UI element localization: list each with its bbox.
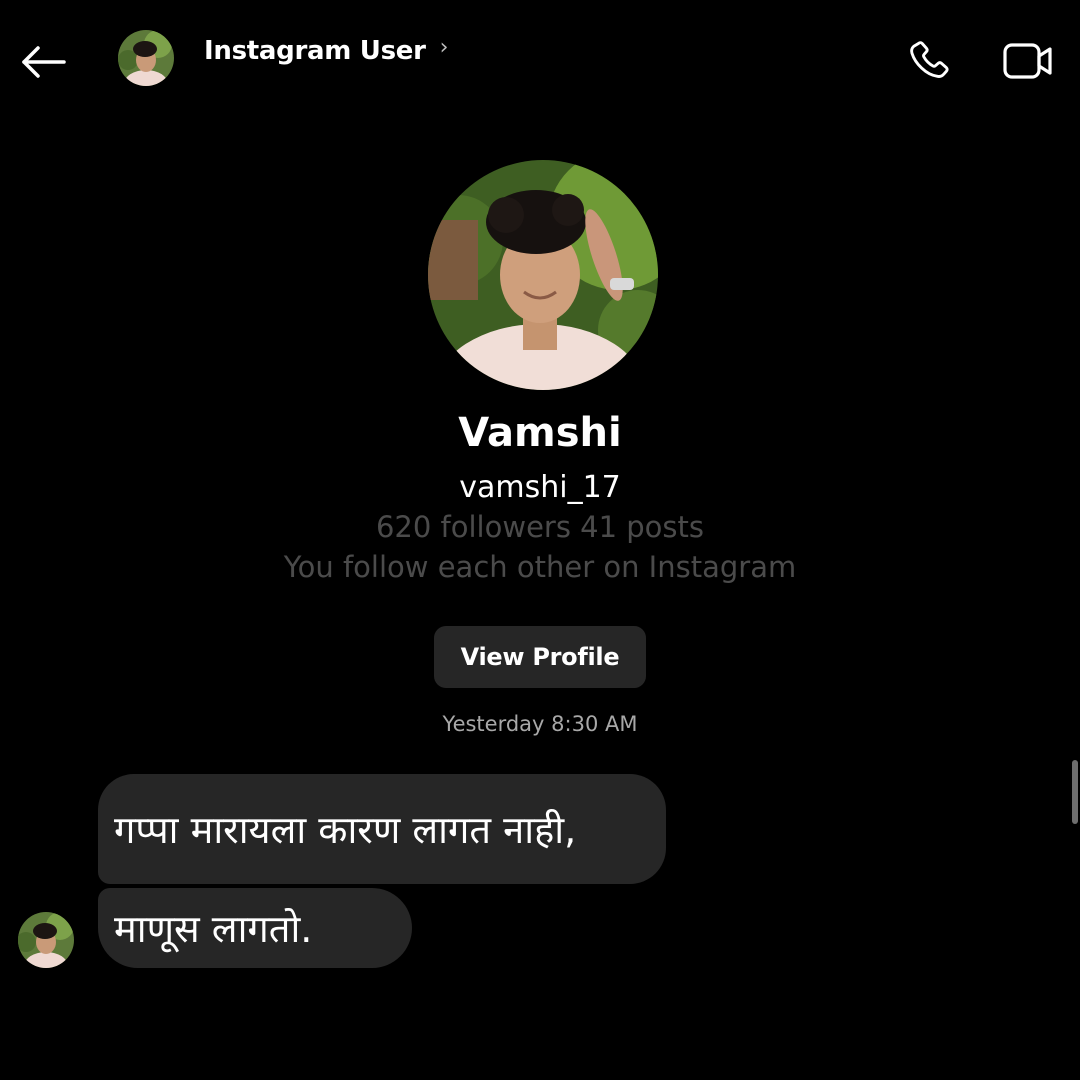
video-call-button[interactable]	[998, 34, 1058, 88]
profile-stats: 620 followers 41 posts	[375, 510, 705, 544]
profile-avatar[interactable]	[428, 160, 658, 390]
chat-header: Instagram User ›	[0, 0, 1080, 120]
message-bubble[interactable]: माणूस लागतो.	[98, 888, 412, 968]
avatar-image	[18, 912, 74, 968]
profile-username: vamshi_17	[459, 470, 621, 505]
sender-avatar[interactable]	[18, 912, 74, 968]
audio-call-button[interactable]	[902, 34, 956, 88]
contact-name-link[interactable]: Instagram User ›	[204, 36, 448, 66]
profile-photo	[428, 160, 658, 390]
message-timestamp: Yesterday 8:30 AM	[442, 712, 638, 736]
message-bubble[interactable]: गप्पा मारायला कारण लागत नाही,	[98, 774, 666, 884]
profile-display-name: Vamshi	[458, 410, 622, 456]
back-button[interactable]	[18, 38, 70, 86]
avatar-image	[118, 30, 174, 86]
back-arrow-icon	[22, 46, 66, 78]
mutual-follow-note: You follow each other on Instagram	[283, 550, 797, 584]
video-camera-icon	[1003, 43, 1052, 79]
dm-thread-screen: Instagram User › Vamshi vamshi_17 620 fo…	[0, 0, 1080, 1080]
header-avatar[interactable]	[118, 30, 174, 86]
phone-icon	[910, 41, 949, 78]
chevron-right-icon: ›	[439, 35, 449, 60]
view-profile-button[interactable]: View Profile	[434, 626, 646, 688]
scrollbar-thumb[interactable]	[1072, 760, 1078, 824]
contact-name: Instagram User	[204, 36, 426, 66]
